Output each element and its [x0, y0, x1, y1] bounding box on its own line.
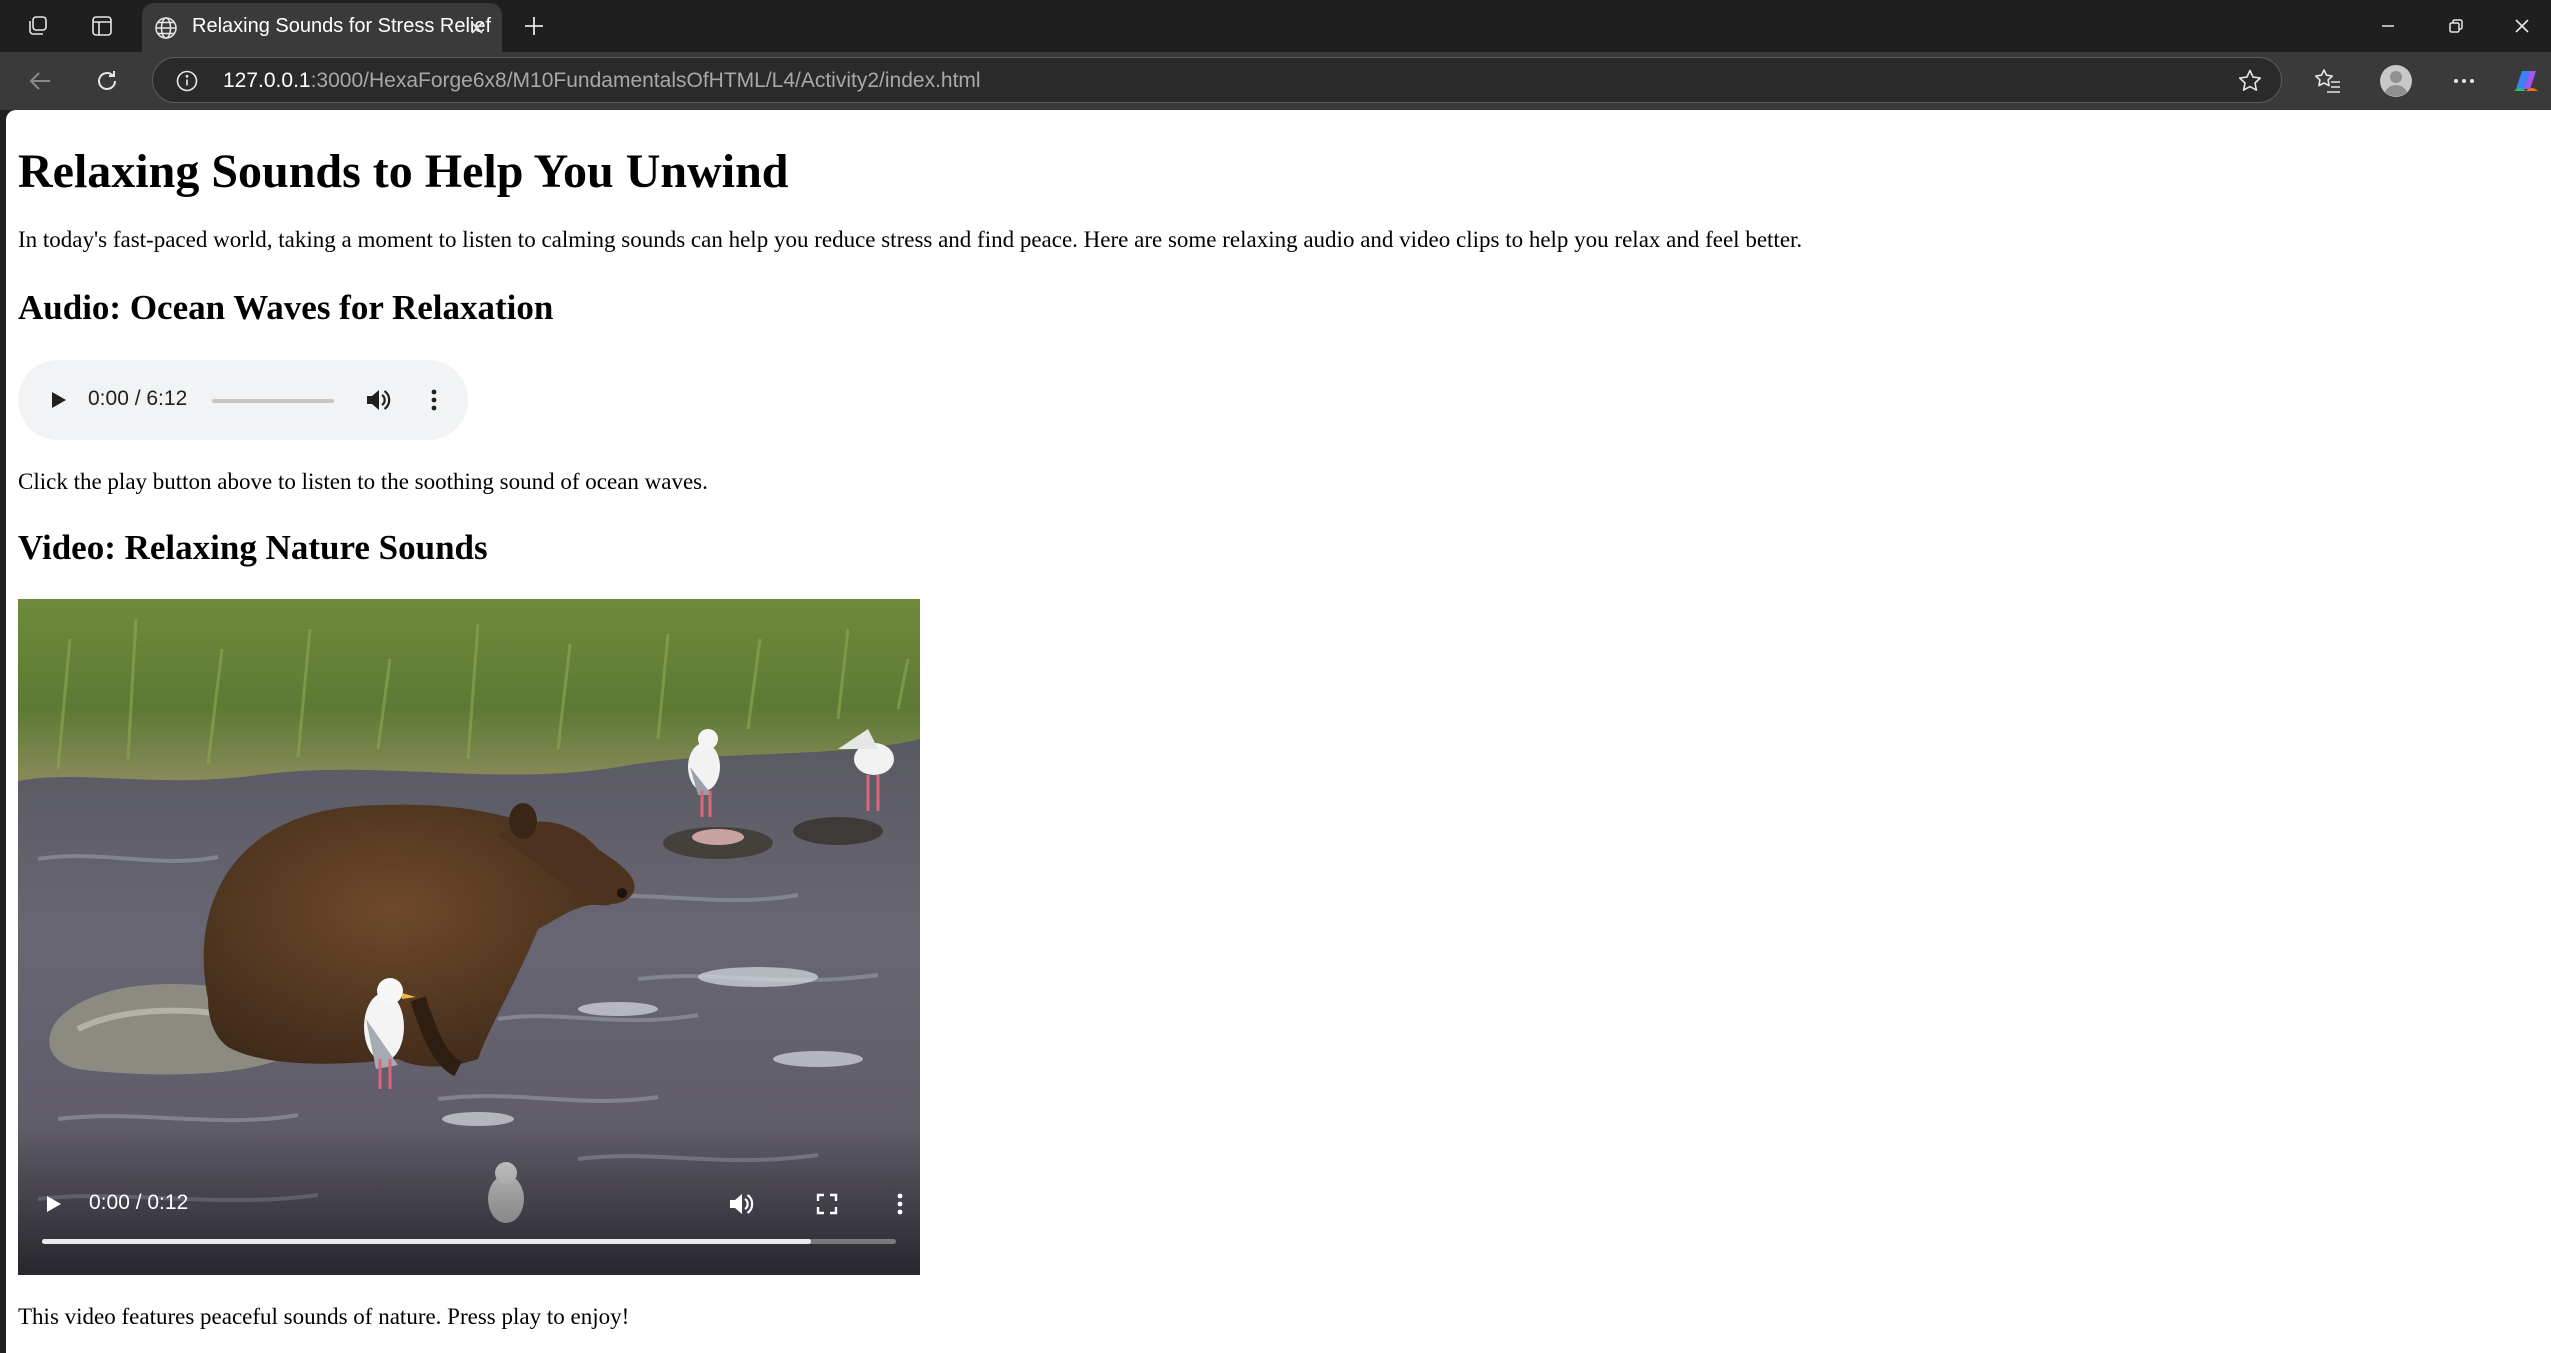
fullscreen-icon[interactable] [810, 1187, 844, 1221]
page-viewport: Relaxing Sounds to Help You Unwind In to… [6, 110, 2551, 1353]
vertical-tabs-icon[interactable] [86, 10, 118, 42]
back-arrow-icon[interactable] [24, 64, 58, 98]
intro-paragraph: In today's fast-paced world, taking a mo… [18, 227, 1803, 252]
workspaces-icon[interactable] [22, 10, 54, 42]
url-text: 127.0.0.1:3000/HexaForge6x8/M10Fundament… [223, 69, 981, 93]
tab-title: Relaxing Sounds for Stress Relief [192, 15, 492, 37]
audio-caption: Click the play button above to listen to… [18, 469, 708, 494]
audio-play-icon[interactable] [44, 386, 72, 414]
video-time: 0:00 / 0:12 [89, 1191, 189, 1214]
url-path: :3000/HexaForge6x8/M10FundamentalsOfHTML… [310, 69, 981, 92]
audio-more-options-icon[interactable] [418, 384, 450, 416]
address-bar[interactable]: 127.0.0.1:3000/HexaForge6x8/M10Fundament… [152, 57, 2282, 103]
copilot-icon[interactable] [2508, 63, 2544, 99]
url-host: 127.0.0.1 [223, 69, 311, 92]
new-tab-button[interactable] [518, 10, 550, 42]
more-options-icon[interactable] [2446, 63, 2482, 99]
close-tab-icon[interactable] [464, 15, 490, 41]
audio-volume-icon[interactable] [362, 384, 394, 416]
browser-toolbar: 127.0.0.1:3000/HexaForge6x8/M10Fundament… [0, 52, 2551, 110]
video-seek-slider[interactable] [42, 1239, 896, 1244]
minimize-button[interactable] [2366, 8, 2410, 44]
active-tab[interactable]: Relaxing Sounds for Stress Relief [142, 3, 502, 52]
favorites-icon[interactable] [2310, 63, 2346, 99]
video-caption: This video features peaceful sounds of n… [18, 1304, 630, 1329]
restore-button[interactable] [2434, 8, 2478, 44]
audio-player[interactable]: 0:00 / 6:12 [18, 360, 468, 440]
favorite-star-icon[interactable] [2237, 68, 2263, 94]
video-more-options-icon[interactable] [883, 1187, 917, 1221]
refresh-icon[interactable] [90, 64, 124, 98]
audio-heading: Audio: Ocean Waves for Relaxation [18, 288, 554, 327]
video-volume-icon[interactable] [724, 1187, 758, 1221]
video-buffered-bar [42, 1239, 811, 1244]
audio-seek-slider[interactable] [212, 399, 334, 403]
video-play-icon[interactable] [38, 1189, 68, 1219]
audio-time: 0:00 / 6:12 [88, 387, 188, 410]
video-heading: Video: Relaxing Nature Sounds [18, 528, 488, 567]
site-info-icon[interactable] [175, 69, 199, 93]
video-player[interactable]: 0:00 / 0:12 [18, 599, 920, 1275]
globe-icon [154, 16, 178, 40]
profile-avatar-icon[interactable] [2378, 63, 2414, 99]
close-window-button[interactable] [2500, 8, 2544, 44]
page-title: Relaxing Sounds to Help You Unwind [18, 145, 789, 198]
title-bar: Relaxing Sounds for Stress Relief [0, 0, 2551, 52]
